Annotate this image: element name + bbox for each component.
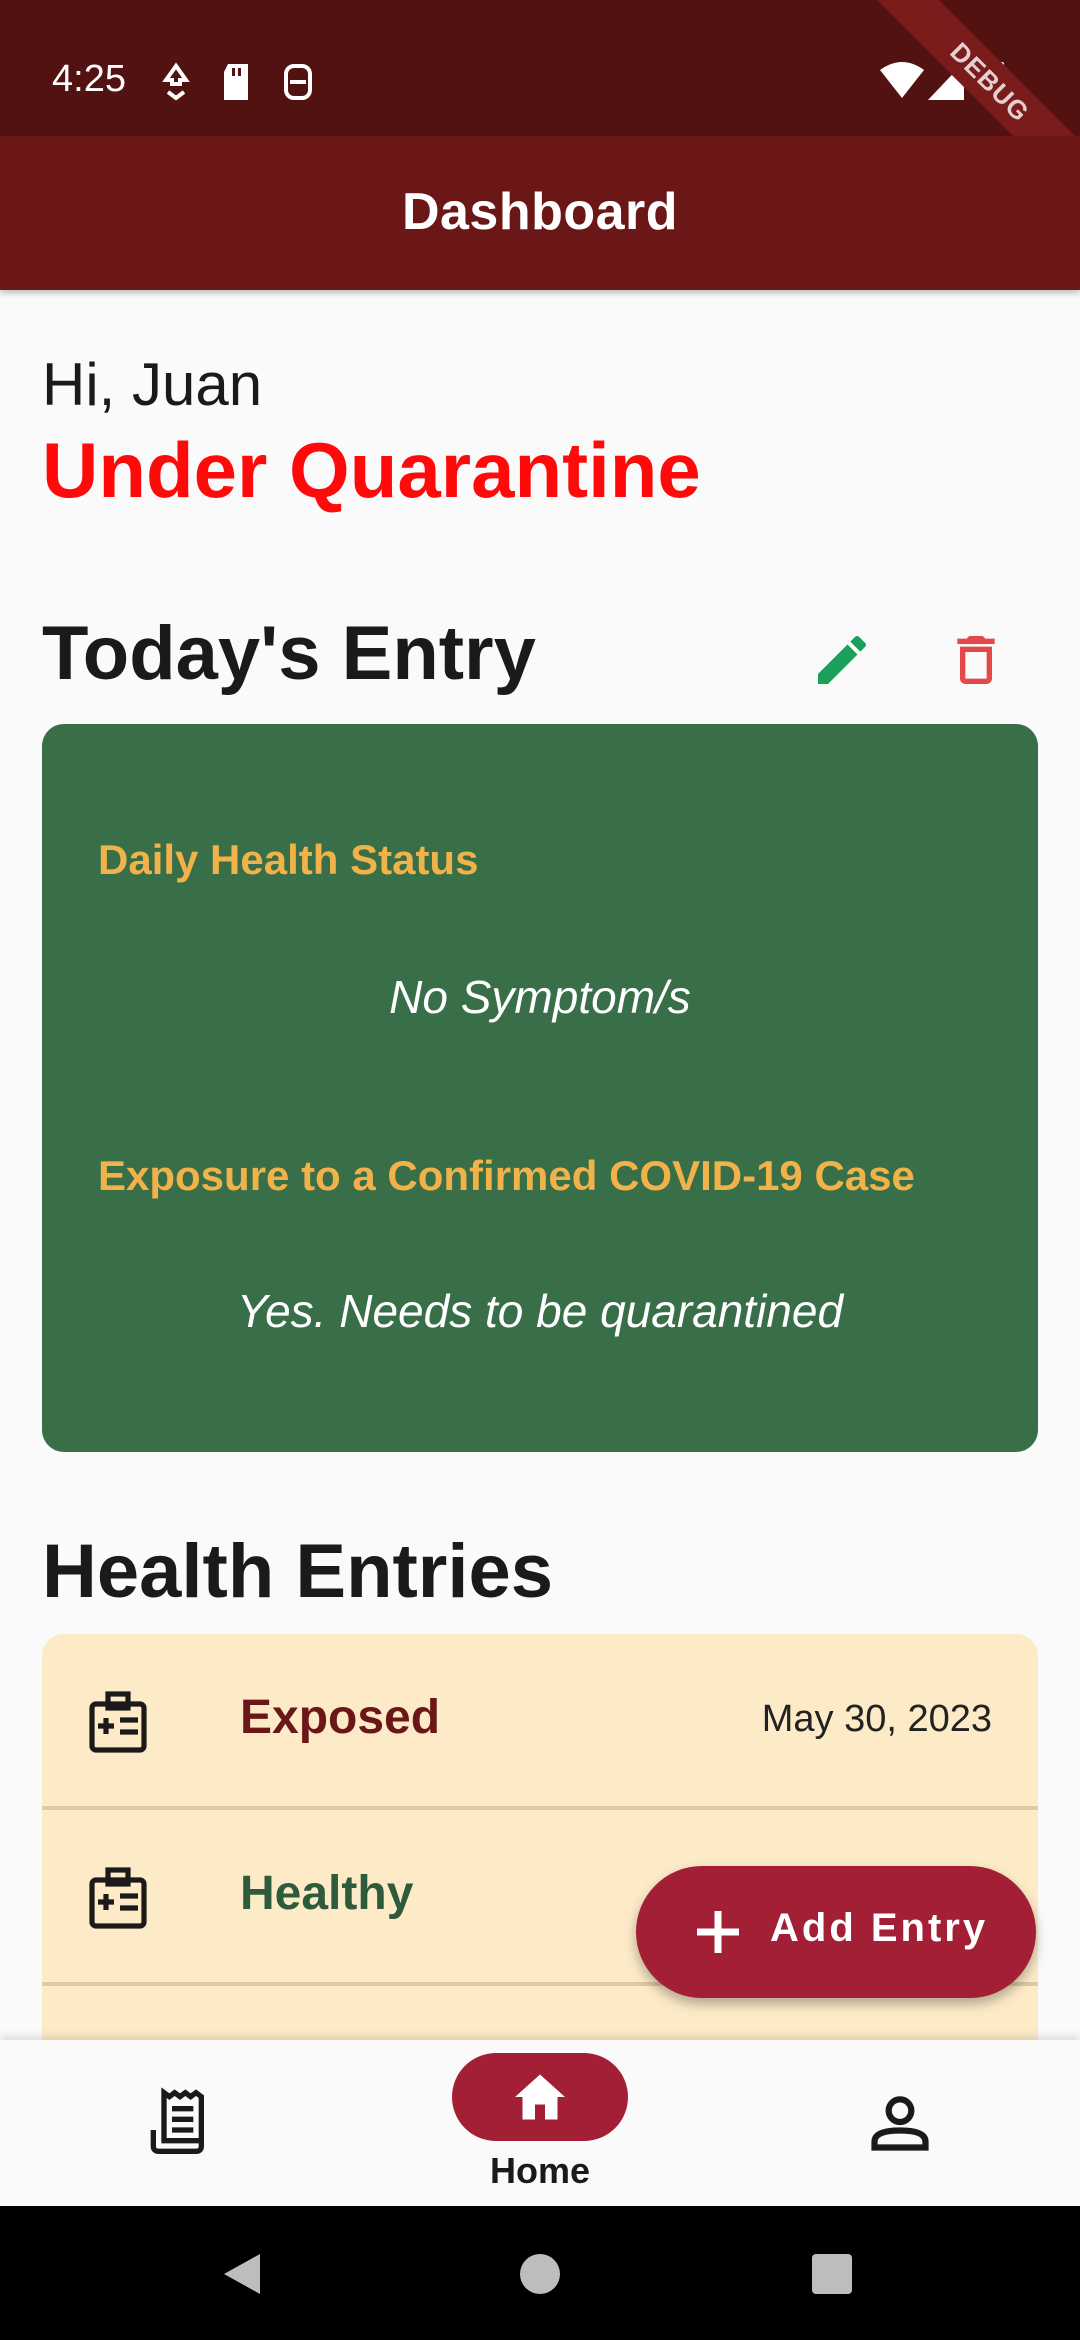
- home-indicator: [452, 2053, 628, 2141]
- download-icon: [162, 62, 190, 101]
- receipt-icon: [150, 2087, 204, 2154]
- sd-card-icon: [224, 64, 248, 100]
- add-entry-button[interactable]: Add Entry: [636, 1866, 1036, 1998]
- pencil-icon[interactable]: [810, 628, 874, 692]
- home-icon: [515, 2074, 565, 2120]
- list-item[interactable]: Exposed May 30, 2023: [42, 1634, 1038, 1810]
- medical-id-icon: [89, 1691, 147, 1753]
- system-navigation-bar: [0, 2206, 1080, 2340]
- nav-item-profile[interactable]: [840, 2040, 960, 2206]
- bottom-navigation: Home: [0, 2040, 1080, 2206]
- recents-icon[interactable]: [812, 2254, 852, 2294]
- page-title: Dashboard: [401, 183, 679, 241]
- health-status-label: Daily Health Status: [98, 836, 479, 883]
- health-entries-heading: Health Entries: [42, 1529, 554, 1614]
- status-time: 4:25: [52, 58, 126, 100]
- assistant-icon: [284, 64, 312, 100]
- medical-id-icon: [89, 1867, 147, 1929]
- greeting-text: Hi, Juan: [42, 351, 263, 418]
- entry-status: Exposed: [240, 1691, 441, 1744]
- home-circle-icon[interactable]: [518, 2252, 562, 2296]
- plus-icon: [697, 1911, 739, 1953]
- entry-status: Healthy: [240, 1867, 414, 1920]
- entry-date: May 30, 2023: [761, 1698, 992, 1740]
- todays-entry-card: Daily Health Status No Symptom/s Exposur…: [42, 724, 1038, 1452]
- quarantine-status: Under Quarantine: [42, 426, 701, 514]
- todays-entry-heading: Today's Entry: [42, 611, 536, 696]
- status-bar: 4:25 DEBUG: [0, 0, 1080, 204]
- add-entry-label: Add Entry: [770, 1906, 989, 1950]
- health-status-value: No Symptom/s: [389, 971, 691, 1023]
- exposure-value: Yes. Needs to be quarantined: [236, 1285, 844, 1337]
- exposure-label: Exposure to a Confirmed COVID-19 Case: [98, 1152, 915, 1199]
- back-icon[interactable]: [220, 2250, 264, 2298]
- person-icon: [871, 2096, 929, 2151]
- trash-icon[interactable]: [944, 628, 1008, 692]
- app-bar: Dashboard: [0, 136, 1080, 290]
